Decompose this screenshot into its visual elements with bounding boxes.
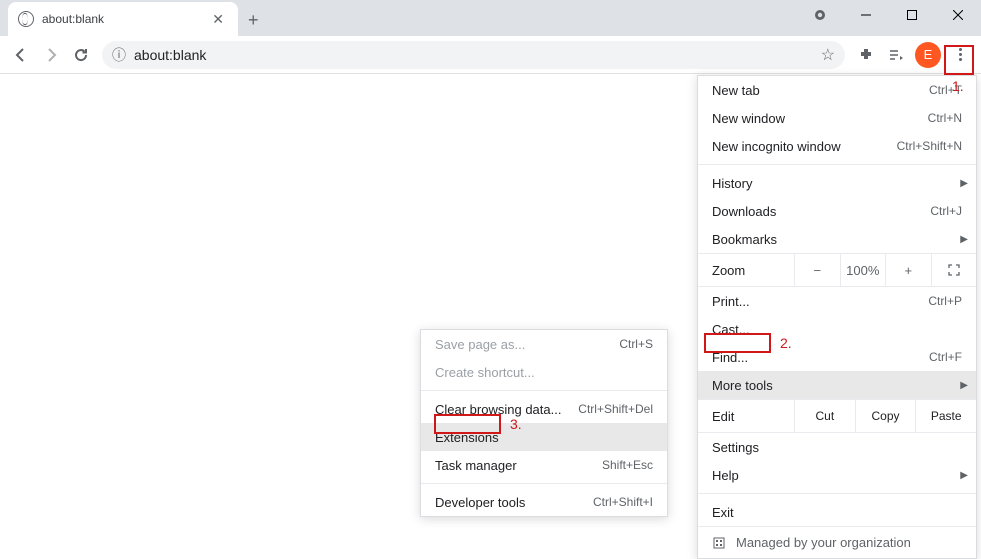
zoom-level: 100% <box>840 254 886 286</box>
menu-cast[interactable]: Cast... <box>698 315 976 343</box>
copy-button[interactable]: Copy <box>855 400 916 432</box>
fullscreen-button[interactable] <box>931 254 977 286</box>
minimize-button[interactable] <box>843 0 889 30</box>
cut-button[interactable]: Cut <box>794 400 855 432</box>
submenu-create-shortcut[interactable]: Create shortcut... <box>421 358 667 386</box>
bookmark-star-icon[interactable]: ☆ <box>821 45 835 65</box>
maximize-button[interactable] <box>889 0 935 30</box>
extensions-icon[interactable] <box>851 40 881 70</box>
menu-button[interactable] <box>945 40 975 70</box>
menu-new-tab[interactable]: New tab Ctrl+T <box>698 76 976 104</box>
chevron-right-icon: ▶ <box>960 178 968 189</box>
media-control-icon[interactable] <box>881 40 911 70</box>
browser-tab[interactable]: about:blank ✕ <box>8 2 238 36</box>
back-button[interactable] <box>6 40 36 70</box>
submenu-save-page[interactable]: Save page as... Ctrl+S <box>421 330 667 358</box>
address-bar[interactable]: ⓘ about:blank ☆ <box>102 41 845 69</box>
menu-edit-row: Edit Cut Copy Paste <box>698 399 976 433</box>
submenu-task-manager[interactable]: Task manager Shift+Esc <box>421 451 667 479</box>
close-tab-icon[interactable]: ✕ <box>208 11 228 28</box>
main-menu: New tab Ctrl+T New window Ctrl+N New inc… <box>697 75 977 559</box>
menu-separator <box>698 493 976 494</box>
titlebar: about:blank ✕ + <box>0 0 981 36</box>
paste-button[interactable]: Paste <box>915 400 976 432</box>
menu-print[interactable]: Print... Ctrl+P <box>698 287 976 315</box>
submenu-extensions[interactable]: Extensions <box>421 423 667 451</box>
menu-bookmarks[interactable]: Bookmarks ▶ <box>698 225 976 253</box>
submenu-dev-tools[interactable]: Developer tools Ctrl+Shift+I <box>421 488 667 516</box>
menu-separator <box>421 390 667 391</box>
menu-downloads[interactable]: Downloads Ctrl+J <box>698 197 976 225</box>
menu-settings[interactable]: Settings <box>698 433 976 461</box>
submenu-clear-data[interactable]: Clear browsing data... Ctrl+Shift+Del <box>421 395 667 423</box>
info-icon[interactable]: ⓘ <box>112 45 126 65</box>
menu-new-window[interactable]: New window Ctrl+N <box>698 104 976 132</box>
menu-separator <box>698 164 976 165</box>
globe-icon <box>18 11 34 27</box>
menu-more-tools[interactable]: More tools ▶ <box>698 371 976 399</box>
new-tab-button[interactable]: + <box>238 4 269 37</box>
menu-exit[interactable]: Exit <box>698 498 976 526</box>
window-controls <box>797 0 981 30</box>
menu-help[interactable]: Help ▶ <box>698 461 976 489</box>
forward-button[interactable] <box>36 40 66 70</box>
chevron-right-icon: ▶ <box>960 234 968 245</box>
zoom-in-button[interactable]: + <box>885 254 931 286</box>
menu-history[interactable]: History ▶ <box>698 169 976 197</box>
avatar-initial: E <box>924 47 933 62</box>
account-dot-icon[interactable] <box>797 0 843 30</box>
more-tools-submenu: Save page as... Ctrl+S Create shortcut..… <box>420 329 668 517</box>
menu-zoom-row: Zoom − 100% + <box>698 253 976 287</box>
reload-button[interactable] <box>66 40 96 70</box>
menu-find[interactable]: Find... Ctrl+F <box>698 343 976 371</box>
toolbar: ⓘ about:blank ☆ E <box>0 36 981 74</box>
chevron-right-icon: ▶ <box>960 380 968 391</box>
close-window-button[interactable] <box>935 0 981 30</box>
menu-separator <box>421 483 667 484</box>
profile-avatar[interactable]: E <box>915 42 941 68</box>
managed-by-org[interactable]: Managed by your organization <box>698 526 976 558</box>
menu-new-incognito[interactable]: New incognito window Ctrl+Shift+N <box>698 132 976 160</box>
tab-title: about:blank <box>42 12 208 26</box>
url-text: about:blank <box>134 47 821 63</box>
zoom-out-button[interactable]: − <box>794 254 840 286</box>
building-icon <box>712 536 726 550</box>
chevron-right-icon: ▶ <box>960 470 968 481</box>
